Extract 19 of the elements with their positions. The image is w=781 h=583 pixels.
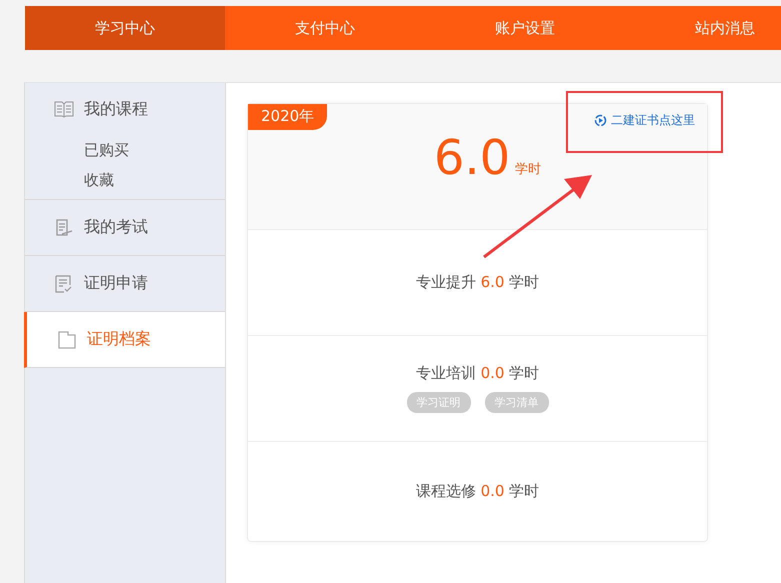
hours-line: 课程选修 0.0 学时 [416, 482, 540, 501]
folder-icon [57, 330, 77, 348]
sidebar-subitem[interactable]: 已购买 [25, 135, 129, 165]
document-icon [54, 218, 74, 236]
sidebar-item[interactable]: 证明申请 [25, 256, 148, 311]
sidebar-item[interactable]: 我的课程 [25, 83, 148, 135]
sidebar-item[interactable]: 我的考试 [25, 200, 148, 255]
nav-tab[interactable]: 学习中心 [25, 6, 225, 50]
sidebar-item[interactable]: 证明档案 [27, 312, 151, 367]
hours-unit: 学时 [515, 161, 542, 179]
certificate-link[interactable]: 二建证书点这里 [594, 112, 695, 129]
hours-line: 专业提升 6.0 学时 [416, 273, 540, 292]
sidebar-subitem[interactable]: 收藏 [25, 165, 114, 195]
hours-line: 专业培训 0.0 学时 [416, 364, 540, 383]
year-badge: 2020年 [248, 104, 328, 130]
book-icon [54, 100, 74, 118]
total-hours: 6.0 [434, 134, 510, 182]
checklist-icon [54, 274, 74, 292]
play-circle-icon [594, 114, 607, 127]
